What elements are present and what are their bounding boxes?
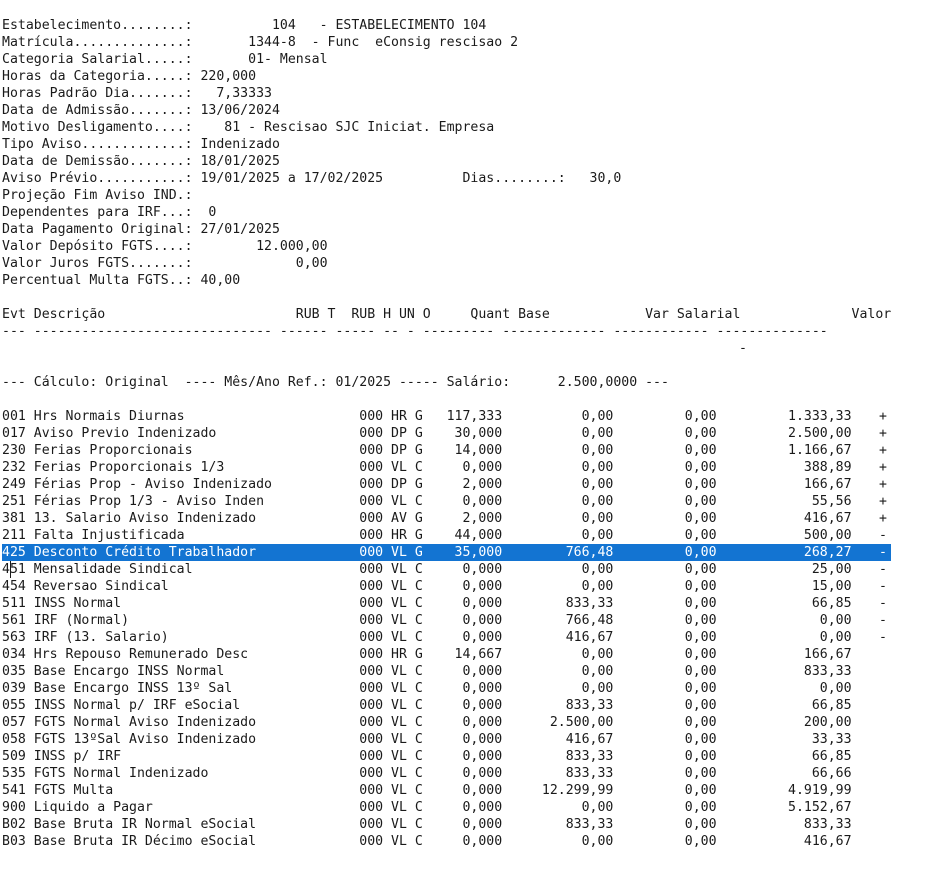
header-line: Data de Demissão.......: 18/01/2025 — [2, 154, 280, 169]
table-row[interactable]: 381 13. Salario Aviso Indenizado 000 AV … — [2, 510, 891, 527]
table-row[interactable]: 900 Liquido a Pagar 000 VL C 0,000 0,00 … — [2, 799, 891, 816]
table-row[interactable]: 035 Base Encargo INSS Normal 000 VL C 0,… — [2, 663, 891, 680]
row-text: 511 INSS Normal 000 VL C 0,000 833,33 0,… — [2, 596, 852, 611]
row-text: 035 Base Encargo INSS Normal 000 VL C 0,… — [2, 664, 852, 679]
row-text: 211 Falta Injustificada 000 HR G 44,000 … — [2, 528, 852, 543]
row-text: 509 INSS p/ IRF 000 VL C 0,000 833,33 0,… — [2, 749, 852, 764]
table-row[interactable]: 055 INSS Normal p/ IRF eSocial 000 VL C … — [2, 697, 891, 714]
sign-indicator: + — [879, 409, 887, 424]
sign-indicator: + — [879, 477, 887, 492]
sign-indicator: + — [879, 511, 887, 526]
table-row[interactable]: 034 Hrs Repouso Remunerado Desc 000 HR G… — [2, 646, 891, 663]
row-text: 381 13. Salario Aviso Indenizado 000 AV … — [2, 511, 852, 526]
header-line: Dependentes para IRF...: 0 — [2, 205, 217, 220]
row-text: 001 Hrs Normais Diurnas 000 HR G 117,333… — [2, 409, 852, 424]
header-line: Data de Admissão.......: 13/06/2024 — [2, 103, 280, 118]
table-row[interactable]: 039 Base Encargo INSS 13º Sal 000 VL C 0… — [2, 680, 891, 697]
sign-indicator: - — [879, 545, 887, 560]
table-header: Evt Descrição RUB T RUB H UN O Quant Bas… — [2, 307, 892, 322]
sign-indicator: - — [879, 596, 887, 611]
text-cursor — [10, 561, 11, 578]
row-text: 541 FGTS Multa 000 VL C 0,000 12.299,99 … — [2, 783, 852, 798]
table-row[interactable]: 211 Falta Injustificada 000 HR G 44,000 … — [2, 527, 891, 544]
header-line: Valor Depósito FGTS....: 12.000,00 — [2, 239, 328, 254]
row-text: 230 Ferias Proporcionais 000 DP G 14,000… — [2, 443, 852, 458]
row-text: 058 FGTS 13ºSal Aviso Indenizado 000 VL … — [2, 732, 852, 747]
table-row[interactable]: 451 Mensalidade Sindical 000 VL C 0,000 … — [2, 561, 891, 578]
header-line: Percentual Multa FGTS..: 40,00 — [2, 273, 241, 288]
table-row[interactable]: 249 Férias Prop - Aviso Indenizado 000 D… — [2, 476, 891, 493]
row-text: 232 Ferias Proporcionais 1/3 000 VL C 0,… — [2, 460, 852, 475]
table-row[interactable]: 561 IRF (Normal) 000 VL C 0,000 766,48 0… — [2, 612, 891, 629]
header-line: Aviso Prévio...........: 19/01/2025 a 17… — [2, 171, 622, 186]
header-line: Motivo Desligamento....: 81 - Rescisao S… — [2, 120, 495, 135]
rule-mark-line: - — [2, 340, 891, 357]
row-text: B02 Base Bruta IR Normal eSocial 000 VL … — [2, 817, 852, 832]
table-row[interactable]: 563 IRF (13. Salario) 000 VL C 0,000 416… — [2, 629, 891, 646]
sign-indicator: - — [879, 562, 887, 577]
table-row[interactable]: 511 INSS Normal 000 VL C 0,000 833,33 0,… — [2, 595, 891, 612]
table-row[interactable]: 454 Reversao Sindical 000 VL C 0,000 0,0… — [2, 578, 891, 595]
table-row[interactable]: 017 Aviso Previo Indenizado 000 DP G 30,… — [2, 425, 891, 442]
payroll-report: Estabelecimento........: 104 - ESTABELEC… — [2, 17, 892, 850]
row-text: B03 Base Bruta IR Décimo eSocial 000 VL … — [2, 834, 852, 849]
header-line: Horas da Categoria.....: 220,000 — [2, 69, 257, 84]
sign-indicator: - — [879, 613, 887, 628]
header-line: Categoria Salarial.....: 01- Mensal — [2, 52, 328, 67]
row-text: 451 Mensalidade Sindical 000 VL C 0,000 … — [2, 562, 852, 577]
header-block: Estabelecimento........: 104 - ESTABELEC… — [2, 17, 891, 289]
row-text: 561 IRF (Normal) 000 VL C 0,000 766,48 0… — [2, 613, 852, 628]
rule-mark: - — [739, 341, 747, 356]
row-text: 034 Hrs Repouso Remunerado Desc 000 HR G… — [2, 647, 852, 662]
row-text: 535 FGTS Normal Indenizado 000 VL C 0,00… — [2, 766, 852, 781]
row-text: 249 Férias Prop - Aviso Indenizado 000 D… — [2, 477, 852, 492]
table-row[interactable]: B03 Base Bruta IR Décimo eSocial 000 VL … — [2, 833, 891, 850]
table-row[interactable]: 058 FGTS 13ºSal Aviso Indenizado 000 VL … — [2, 731, 891, 748]
header-line: Horas Padrão Dia.......: 7,33333 — [2, 86, 272, 101]
row-text: 900 Liquido a Pagar 000 VL C 0,000 0,00 … — [2, 800, 852, 815]
table-row[interactable]: 230 Ferias Proporcionais 000 DP G 14,000… — [2, 442, 891, 459]
row-text: 425 Desconto Crédito Trabalhador 000 VL … — [2, 545, 852, 560]
table-row[interactable]: B02 Base Bruta IR Normal eSocial 000 VL … — [2, 816, 891, 833]
row-text: 017 Aviso Previo Indenizado 000 DP G 30,… — [2, 426, 852, 441]
sign-indicator: + — [879, 460, 887, 475]
row-text: 563 IRF (13. Salario) 000 VL C 0,000 416… — [2, 630, 852, 645]
table-row[interactable]: 232 Ferias Proporcionais 1/3 000 VL C 0,… — [2, 459, 891, 476]
entries-table: 001 Hrs Normais Diurnas 000 HR G 117,333… — [2, 408, 892, 850]
table-row[interactable]: 535 FGTS Normal Indenizado 000 VL C 0,00… — [2, 765, 891, 782]
sign-indicator: - — [879, 630, 887, 645]
calc-summary: --- Cálculo: Original ---- Mês/Ano Ref.:… — [2, 375, 669, 390]
sign-indicator: + — [879, 443, 887, 458]
header-line: Valor Juros FGTS.......: 0,00 — [2, 256, 328, 271]
header-line: Tipo Aviso.............: Indenizado — [2, 137, 280, 152]
table-rule: --- ------------------------------ -----… — [2, 324, 828, 339]
table-row[interactable]: 057 FGTS Normal Aviso Indenizado 000 VL … — [2, 714, 891, 731]
header-line: Matrícula..............: 1344-8 - Func e… — [2, 35, 519, 50]
row-text: 251 Férias Prop 1/3 - Aviso Inden 000 VL… — [2, 494, 852, 509]
table-row-selected[interactable]: 425 Desconto Crédito Trabalhador 000 VL … — [2, 544, 892, 561]
sign-indicator: - — [879, 528, 887, 543]
row-text: 057 FGTS Normal Aviso Indenizado 000 VL … — [2, 715, 852, 730]
header-line: Projeção Fim Aviso IND.: — [2, 188, 193, 203]
sign-indicator: + — [879, 494, 887, 509]
table-row[interactable]: 541 FGTS Multa 000 VL C 0,000 12.299,99 … — [2, 782, 891, 799]
header-line: Estabelecimento........: 104 - ESTABELEC… — [2, 18, 487, 33]
table-row[interactable]: 251 Férias Prop 1/3 - Aviso Inden 000 VL… — [2, 493, 891, 510]
row-text: 039 Base Encargo INSS 13º Sal 000 VL C 0… — [2, 681, 852, 696]
sign-indicator: - — [879, 579, 887, 594]
sign-indicator: + — [879, 426, 887, 441]
table-row[interactable]: 509 INSS p/ IRF 000 VL C 0,000 833,33 0,… — [2, 748, 891, 765]
row-text: 055 INSS Normal p/ IRF eSocial 000 VL C … — [2, 698, 852, 713]
row-text: 454 Reversao Sindical 000 VL C 0,000 0,0… — [2, 579, 852, 594]
table-row[interactable]: 001 Hrs Normais Diurnas 000 HR G 117,333… — [2, 408, 891, 425]
header-line: Data Pagamento Original: 27/01/2025 — [2, 222, 280, 237]
